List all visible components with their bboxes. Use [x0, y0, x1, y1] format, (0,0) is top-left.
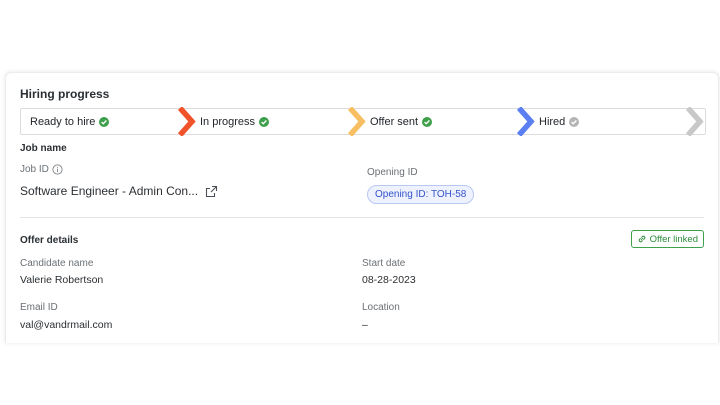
opening-id-label: Opening ID [367, 167, 418, 178]
check-circle-icon [569, 116, 580, 127]
opening-id-pill: Opening ID: TOH-58 [367, 185, 475, 204]
step-label: Ready to hire [30, 115, 96, 128]
check-circle-icon [422, 116, 433, 127]
location-label: Location [362, 302, 400, 313]
job-name-heading: Job name [20, 143, 67, 154]
info-icon[interactable] [52, 164, 63, 175]
candidate-name-value: Valerie Robertson [20, 274, 104, 286]
offer-details-heading: Offer details [20, 235, 79, 246]
email-value: val@vandrmail.com [20, 319, 113, 331]
check-circle-icon [259, 116, 270, 127]
start-date-value: 08-28-2023 [362, 274, 416, 286]
external-link-icon[interactable] [205, 185, 218, 198]
link-icon [638, 235, 645, 243]
chevron-right-icon [516, 107, 535, 136]
location-value: – [362, 319, 368, 331]
step-label: Offer sent [370, 115, 419, 128]
section-divider [20, 217, 704, 218]
job-id-label-text: Job ID [20, 164, 49, 175]
check-circle-icon [99, 116, 110, 127]
step-offer-sent[interactable]: Offer sent [370, 108, 433, 135]
step-ready-to-hire[interactable]: Ready to hire [30, 108, 110, 135]
hiring-progress-card: Hiring progress Ready to hire In progres… [5, 72, 719, 343]
email-label: Email ID [20, 302, 58, 313]
offer-linked-badge[interactable]: Offer linked [630, 230, 704, 248]
step-label: Hired [539, 115, 566, 128]
chevron-right-icon [685, 107, 704, 136]
step-label: In progress [200, 115, 256, 128]
candidate-name-label: Candidate name [20, 258, 94, 269]
job-title-link[interactable]: Software Engineer - Admin Con... [20, 184, 218, 198]
start-date-label: Start date [362, 258, 406, 269]
offer-linked-label: Offer linked [649, 233, 698, 245]
hiring-stepper: Ready to hire In progress Offer sent Hir… [20, 107, 706, 136]
job-id-label: Job ID [20, 164, 63, 175]
step-hired[interactable]: Hired [539, 108, 580, 135]
chevron-right-icon [177, 107, 196, 136]
job-title: Software Engineer - Admin Con... [20, 184, 199, 198]
card-title: Hiring progress [20, 87, 110, 101]
step-in-progress[interactable]: In progress [200, 108, 270, 135]
chevron-right-icon [347, 107, 366, 136]
